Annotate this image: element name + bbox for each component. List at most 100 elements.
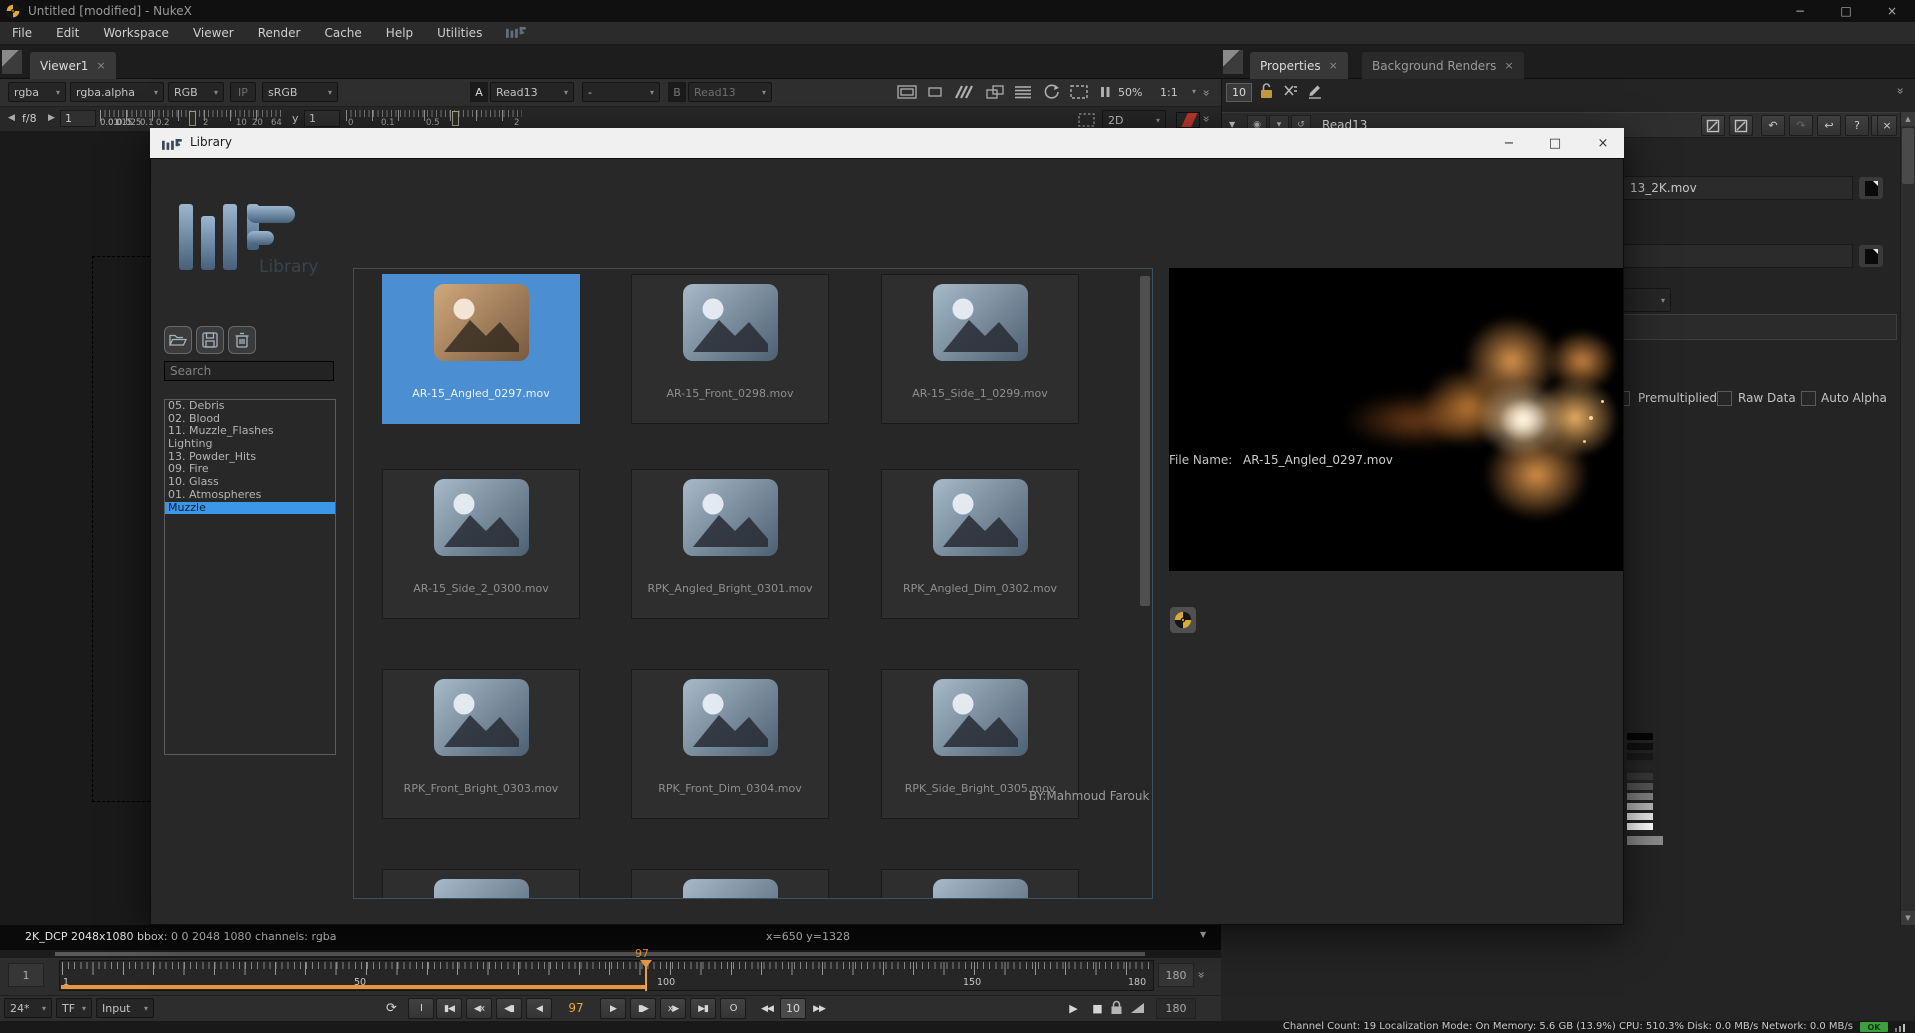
step-back-button[interactable]: ◀▮: [496, 998, 522, 1019]
menu-utilities[interactable]: Utilities: [437, 26, 482, 40]
display-dropdown[interactable]: RGB▾: [168, 82, 224, 102]
edit-pencil-icon[interactable]: [1307, 82, 1323, 102]
range-source-dropdown[interactable]: Input▾: [96, 998, 154, 1018]
menu-edit[interactable]: Edit: [56, 26, 79, 40]
clear-panels-icon[interactable]: [1282, 83, 1298, 101]
menu-render[interactable]: Render: [258, 26, 301, 40]
status-dropdown-icon[interactable]: ▼: [1200, 930, 1206, 939]
category-item[interactable]: 10. Glass: [165, 476, 335, 489]
lock-range-icon[interactable]: [1110, 1000, 1123, 1018]
menu-cache[interactable]: Cache: [324, 26, 361, 40]
wipe-mode-dropdown[interactable]: -▾: [582, 82, 660, 102]
tab-background-renders[interactable]: Background Renders ×: [1362, 52, 1524, 79]
asset-card[interactable]: AR-15_Front_0298.mov: [631, 274, 829, 424]
raw-data-checkbox[interactable]: [1801, 391, 1816, 406]
send-to-nuke-button[interactable]: [1170, 607, 1196, 633]
undo-icon[interactable]: ↶: [1761, 115, 1785, 136]
float-window-icon[interactable]: [984, 82, 1006, 102]
frame-range-input[interactable]: [1623, 314, 1897, 340]
properties-scrollbar[interactable]: ▲ ▼: [1900, 112, 1915, 925]
range-start-input[interactable]: 1: [8, 963, 44, 987]
scrollbar-thumb[interactable]: [1902, 128, 1914, 184]
roi-icon[interactable]: [1068, 82, 1090, 102]
save-button[interactable]: [196, 326, 224, 354]
collapse-chevron-icon[interactable]: »: [1200, 115, 1214, 120]
gain-slider-handle[interactable]: [189, 111, 196, 126]
channel-slash-icon[interactable]: [1729, 115, 1753, 136]
loop-mode-icon[interactable]: ⟳: [378, 998, 404, 1019]
zoom-level[interactable]: 50%: [1118, 86, 1142, 99]
skip-forward-button[interactable]: ▶▶: [808, 998, 830, 1019]
go-end-button[interactable]: ▶▮: [690, 998, 716, 1019]
proxy-path-input[interactable]: [1623, 244, 1853, 268]
file-path-input[interactable]: 13_2K.mov: [1623, 176, 1853, 200]
dropdown-icon[interactable]: ▾: [1192, 87, 1196, 96]
step-forward-button[interactable]: ▮▶: [630, 998, 656, 1019]
library-close-button[interactable]: ×: [1582, 128, 1624, 158]
proxy-browse-button[interactable]: [1859, 245, 1883, 267]
scroll-down-icon[interactable]: ▼: [1901, 911, 1915, 925]
fstop-decrease-icon[interactable]: ◀: [8, 113, 15, 123]
premultiplied-checkbox[interactable]: [1717, 391, 1732, 406]
tab-close-icon[interactable]: ×: [1504, 59, 1513, 72]
library-maximize-button[interactable]: □: [1534, 128, 1576, 158]
menu-file[interactable]: File: [12, 26, 32, 40]
channel-slash-icon[interactable]: [1701, 115, 1725, 136]
category-item-selected[interactable]: Muzzle: [165, 502, 335, 515]
input-b-dropdown[interactable]: Read13▾: [688, 82, 772, 102]
range-end-input[interactable]: 180: [1158, 963, 1194, 987]
fstop-value[interactable]: f/8: [22, 112, 37, 125]
record-button[interactable]: ■: [1086, 998, 1108, 1019]
playhead-marker[interactable]: [640, 960, 652, 968]
pane-corner-icon[interactable]: [1223, 50, 1243, 74]
current-frame-field[interactable]: 97: [558, 1001, 594, 1015]
minimize-button[interactable]: −: [1777, 0, 1823, 22]
input-a-dropdown[interactable]: Read13▾: [490, 82, 574, 102]
panel-limit-input[interactable]: 10: [1226, 83, 1252, 102]
asset-card[interactable]: AR-15_Side_2_0300.mov: [382, 469, 580, 619]
asset-card[interactable]: RPK_Angled_Dim_0302.mov: [881, 469, 1079, 619]
selection-box-icon[interactable]: [1076, 110, 1098, 130]
play-backward-button[interactable]: ◀: [526, 998, 552, 1019]
menu-viewer[interactable]: Viewer: [193, 26, 234, 40]
asset-card[interactable]: RPK_Front_Dim_0304.mov: [631, 669, 829, 819]
scroll-up-icon[interactable]: ▲: [1901, 112, 1915, 126]
next-keyframe-button[interactable]: x▶: [660, 998, 686, 1019]
format-dropdown[interactable]: ▾: [1623, 288, 1671, 312]
asset-card[interactable]: [881, 869, 1079, 899]
fps-dropdown[interactable]: 24*▾: [4, 998, 52, 1018]
close-panel-icon[interactable]: ×: [1877, 115, 1897, 136]
menu-help[interactable]: Help: [386, 26, 413, 40]
fstop-increase-icon[interactable]: ▶: [48, 113, 55, 123]
skip-back-button[interactable]: ◀◀: [756, 998, 778, 1019]
lock-icon[interactable]: [1259, 82, 1274, 103]
mf-plugin-icon[interactable]: [506, 25, 526, 41]
channels-dropdown[interactable]: rgba▾: [8, 82, 66, 102]
format-rect-icon[interactable]: [924, 82, 946, 102]
asset-card[interactable]: [631, 869, 829, 899]
menu-workspace[interactable]: Workspace: [103, 26, 169, 40]
search-input[interactable]: [164, 361, 334, 381]
open-folder-button[interactable]: [164, 326, 192, 354]
ip-toggle[interactable]: IP: [230, 82, 256, 102]
gain-slider[interactable]: 0.01 0.015 0.025 0.1 0.2 1 2 10 20 64: [100, 109, 282, 128]
file-browse-button[interactable]: [1859, 177, 1883, 199]
gamma-slider[interactable]: 0 0.1 0.5 1 2: [346, 109, 522, 128]
layers-icon[interactable]: [1012, 82, 1034, 102]
help-icon[interactable]: ?: [1845, 115, 1869, 136]
library-titlebar[interactable]: Library − □ ×: [150, 128, 1624, 158]
wipe-icon[interactable]: [952, 82, 974, 102]
gamma-input[interactable]: 1: [304, 110, 340, 127]
pane-corner-icon[interactable]: [2, 50, 22, 74]
library-minimize-button[interactable]: −: [1488, 128, 1530, 158]
tab-close-icon[interactable]: ×: [96, 59, 105, 72]
tab-viewer1[interactable]: Viewer1 ×: [30, 52, 116, 79]
delete-button[interactable]: [228, 326, 256, 354]
ramp-icon[interactable]: [1130, 1002, 1145, 1017]
collapse-chevron-icon[interactable]: »: [1195, 971, 1209, 976]
redo-icon[interactable]: ↷: [1789, 115, 1813, 136]
collapse-chevron-icon[interactable]: »: [1894, 87, 1908, 92]
collapse-chevron-icon[interactable]: »: [1200, 89, 1214, 94]
gamma-slider-handle[interactable]: [452, 111, 459, 126]
asset-card[interactable]: [382, 869, 580, 899]
